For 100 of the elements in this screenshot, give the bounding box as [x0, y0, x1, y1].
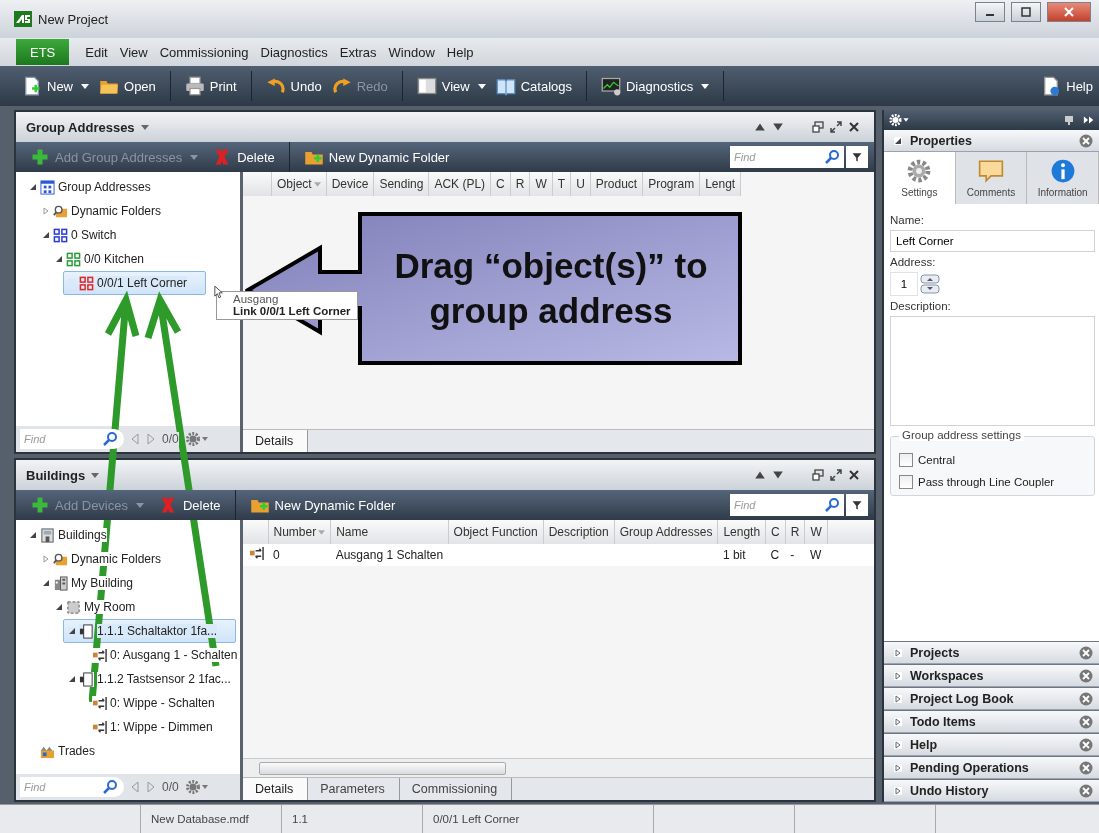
search-icon[interactable] [100, 777, 124, 797]
float-window-icon[interactable] [812, 121, 824, 133]
minimize-button[interactable] [975, 2, 1005, 22]
column-header[interactable]: Device [326, 172, 374, 196]
tree-toggle-icon[interactable] [42, 207, 50, 215]
column-header[interactable]: Lengt [699, 172, 741, 196]
tree-item[interactable]: My Room [50, 595, 141, 619]
column-header[interactable]: Sending [373, 172, 429, 196]
column-header[interactable]: Group Addresses [614, 520, 718, 544]
close-icon[interactable] [1079, 783, 1093, 798]
section-header[interactable]: Pending Operations [884, 756, 1099, 779]
column-header[interactable]: Number [268, 520, 331, 544]
tree-toggle-icon[interactable] [68, 627, 76, 635]
menu-item[interactable]: Commissioning [153, 44, 255, 60]
horizontal-scrollbar[interactable] [243, 758, 874, 777]
close-icon[interactable] [848, 121, 860, 133]
close-icon[interactable] [1079, 645, 1093, 660]
column-header[interactable]: W [804, 520, 828, 544]
section-header[interactable]: Todo Items [884, 710, 1099, 733]
tree-toggle-icon[interactable] [894, 786, 902, 795]
filter-button[interactable] [846, 494, 868, 516]
close-icon[interactable] [1079, 133, 1093, 148]
panel-title[interactable]: Buildings [26, 467, 86, 483]
tree-item[interactable]: Dynamic Folders [37, 199, 167, 223]
tree-item[interactable]: 0: Ausgang 1 - Schalten [76, 643, 240, 667]
tree-toggle-icon[interactable] [894, 671, 902, 680]
spinner-button[interactable] [920, 274, 940, 294]
column-header[interactable]: Description [543, 520, 615, 544]
tree-toggle-icon[interactable] [42, 555, 50, 563]
maximize-icon[interactable] [830, 121, 842, 133]
column-header[interactable]: C [765, 520, 786, 544]
tab[interactable]: Commissioning [399, 778, 513, 800]
settings-icon[interactable] [888, 113, 910, 127]
tab[interactable]: Details [243, 430, 309, 452]
tab[interactable]: Parameters [308, 778, 400, 800]
checkbox[interactable] [899, 475, 913, 489]
menu-item[interactable]: Help [440, 44, 480, 60]
move-up-icon[interactable] [754, 469, 766, 481]
search-icon[interactable] [822, 146, 844, 168]
caret-icon[interactable] [91, 472, 100, 478]
tree-item[interactable]: 0/0/1 Left Corner [63, 271, 207, 295]
section-header[interactable]: Workspaces [884, 664, 1099, 687]
close-icon[interactable] [1079, 668, 1093, 683]
close-button[interactable] [1047, 2, 1091, 22]
tree-item[interactable]: 1.1.1 Schaltaktor 1fa... [63, 619, 237, 643]
tree-item[interactable]: Group Addresses [24, 175, 156, 199]
close-icon[interactable] [1079, 691, 1093, 706]
tree-item[interactable]: 1: Wippe - Dimmen [76, 715, 218, 739]
column-header[interactable]: Program [642, 172, 700, 196]
column-header[interactable]: U [570, 172, 591, 196]
toolbar-button[interactable]: View [416, 76, 486, 96]
menu-item[interactable]: Edit [79, 44, 114, 60]
tree-toggle-icon[interactable] [894, 763, 902, 772]
maximize-button[interactable] [1011, 2, 1041, 22]
tree-toggle-icon[interactable] [894, 717, 902, 726]
move-down-icon[interactable] [772, 469, 784, 481]
move-up-icon[interactable] [754, 121, 766, 133]
toolbar-button[interactable]: New Dynamic Folder [234, 490, 396, 520]
tree-toggle-icon[interactable] [894, 648, 902, 657]
column-header[interactable]: Length [717, 520, 766, 544]
search-icon[interactable] [100, 429, 124, 449]
collapse-panel-icon[interactable] [1083, 114, 1095, 126]
tree-item[interactable]: 0: Wippe - Schalten [76, 691, 220, 715]
section-header[interactable]: Undo History [884, 779, 1099, 802]
search-icon[interactable] [822, 494, 844, 516]
menu-item[interactable]: Window [382, 44, 441, 60]
menu-item[interactable]: Diagnostics [254, 44, 334, 60]
menu-item[interactable]: Extras [333, 44, 383, 60]
address-field[interactable]: 1 [890, 272, 918, 296]
search-field[interactable]: Find [730, 494, 822, 516]
close-icon[interactable] [1079, 714, 1093, 729]
search-field[interactable]: Find [20, 429, 100, 449]
maximize-icon[interactable] [830, 469, 842, 481]
move-down-icon[interactable] [772, 121, 784, 133]
close-icon[interactable] [1079, 760, 1093, 775]
tree-item[interactable]: 0 Switch [37, 223, 122, 247]
column-header[interactable]: R [785, 520, 805, 544]
description-field[interactable] [890, 316, 1095, 426]
tree-item[interactable]: Dynamic Folders [37, 547, 167, 571]
toolbar-button[interactable]: Open [99, 76, 156, 96]
tree-toggle-icon[interactable] [894, 136, 902, 145]
help-button[interactable]: Help [1041, 76, 1093, 96]
search-field[interactable]: Find [730, 146, 822, 168]
float-window-icon[interactable] [812, 469, 824, 481]
tree-item[interactable]: Buildings [24, 523, 112, 547]
section-header[interactable]: Projects [884, 641, 1099, 664]
toolbar-button[interactable]: New [22, 76, 89, 96]
section-header[interactable]: Help [884, 733, 1099, 756]
toolbar-button[interactable]: Print [184, 76, 237, 96]
toolbar-button[interactable]: Delete [158, 490, 221, 520]
toolbar-button[interactable]: Undo [265, 76, 322, 96]
tree-item[interactable]: 0/0 Kitchen [50, 247, 150, 271]
column-header[interactable]: Object Function [448, 520, 544, 544]
section-header[interactable]: Properties [884, 130, 1099, 152]
toolbar-button[interactable]: Diagnostics [601, 76, 710, 96]
filter-button[interactable] [846, 146, 868, 168]
column-header[interactable]: Product [590, 172, 643, 196]
checkbox[interactable] [899, 453, 913, 467]
menu-item[interactable]: View [113, 44, 154, 60]
column-header[interactable]: ACK (PL) [428, 172, 491, 196]
